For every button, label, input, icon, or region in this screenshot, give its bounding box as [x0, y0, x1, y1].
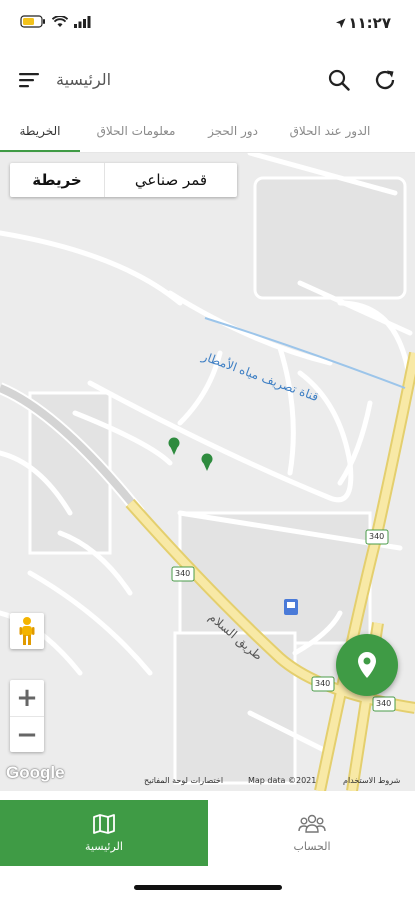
- route-shield-label: 340: [369, 532, 385, 541]
- zoom-in-button[interactable]: +: [10, 680, 44, 717]
- nav-home[interactable]: الرئيسية: [0, 800, 208, 866]
- route-shield-label: 340: [175, 569, 191, 578]
- battery-icon: [20, 15, 45, 28]
- keyboard-shortcuts-link[interactable]: اختصارات لوحة المفاتيح: [144, 776, 223, 785]
- page-title: الرئيسية: [56, 70, 112, 89]
- nav-account[interactable]: الحساب: [208, 800, 415, 866]
- refresh-button[interactable]: [371, 66, 399, 94]
- map-type-control: خريطة قمر صناعي: [10, 163, 237, 197]
- status-icons: [20, 15, 91, 28]
- status-bar: ١١:٢٧: [0, 0, 415, 48]
- zoom-control: + −: [10, 680, 44, 752]
- people-icon: [298, 814, 326, 833]
- map-data-text: Map data ©2021: [248, 776, 317, 785]
- map-icon: [93, 814, 115, 834]
- tab-booking-queue[interactable]: دور الحجز: [196, 112, 270, 150]
- menu-button[interactable]: [16, 66, 44, 94]
- street-view-pegman[interactable]: [10, 613, 44, 649]
- app-bar: الرئيسية: [0, 48, 415, 112]
- tab-barber-info[interactable]: معلومات الحلاق: [88, 112, 184, 150]
- map-attribution: اختصارات لوحة المفاتيح Map data ©2021 شر…: [0, 773, 415, 791]
- refresh-icon: [375, 70, 395, 90]
- tab-queue-at-barber[interactable]: الدور عند الحلاق: [282, 112, 378, 150]
- location-arrow-icon: [336, 18, 346, 28]
- map-view[interactable]: قناة تصريف مياه الأمطار طريق السلام 340 …: [0, 153, 415, 791]
- route-shield-label: 340: [315, 679, 331, 688]
- tab-bar: الدور عند الحلاق دور الحجز معلومات الحلا…: [0, 112, 415, 153]
- zoom-out-button[interactable]: −: [10, 717, 44, 753]
- map-type-satellite-button[interactable]: قمر صناعي: [105, 163, 237, 197]
- pegman-icon: [19, 617, 35, 645]
- time-text: ١١:٢٧: [348, 14, 391, 32]
- map-type-map-button[interactable]: خريطة: [10, 163, 105, 197]
- bottom-nav: الرئيسية الحساب: [0, 800, 415, 866]
- menu-icon: [19, 73, 39, 88]
- wifi-icon: [52, 15, 68, 27]
- route-shield-label: 340: [376, 699, 392, 708]
- location-pin-icon: [358, 652, 376, 678]
- map-canvas: [0, 153, 415, 791]
- location-fab-button[interactable]: [336, 634, 398, 696]
- signal-icon: [74, 15, 91, 28]
- tab-map[interactable]: الخريطة: [0, 112, 80, 152]
- search-button[interactable]: [325, 66, 353, 94]
- home-indicator: [134, 885, 282, 890]
- nav-account-label: الحساب: [293, 840, 331, 853]
- search-icon: [328, 69, 350, 91]
- nav-home-label: الرئيسية: [85, 840, 123, 853]
- terms-link[interactable]: شروط الاستخدام: [343, 776, 400, 785]
- status-time: ١١:٢٧: [335, 14, 391, 32]
